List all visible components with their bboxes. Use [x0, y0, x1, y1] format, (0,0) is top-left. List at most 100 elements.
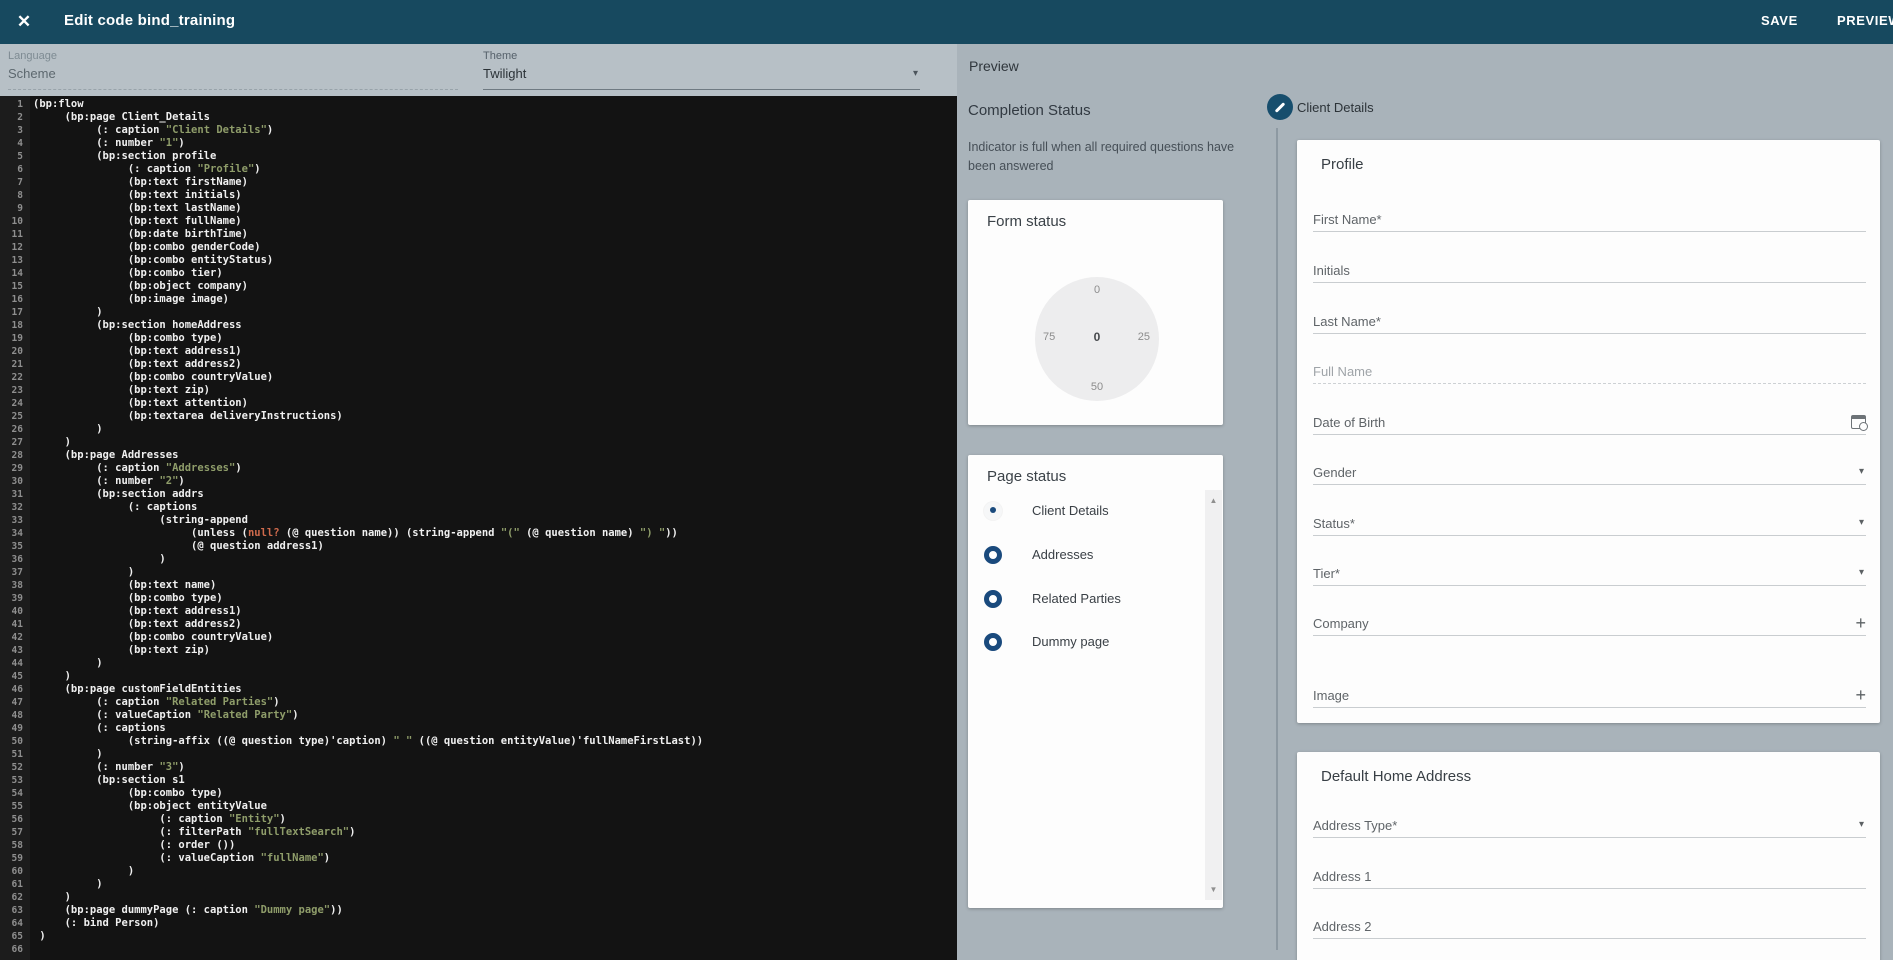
chevron-down-icon[interactable]: ▾: [1859, 466, 1864, 477]
scroll-up-icon[interactable]: ▲: [1205, 496, 1222, 505]
page-status-radio-partial[interactable]: [984, 502, 1002, 520]
code-line[interactable]: (bp:object entityValue: [33, 800, 957, 813]
form-field-address-2[interactable]: Address 2: [1313, 919, 1866, 949]
code-line[interactable]: (bp:section profile: [33, 150, 957, 163]
code-line[interactable]: (bp:text firstName): [33, 176, 957, 189]
code-line[interactable]: ): [33, 566, 957, 579]
code-line[interactable]: (bp:text address1): [33, 345, 957, 358]
code-line[interactable]: (bp:textarea deliveryInstructions): [33, 410, 957, 423]
close-icon[interactable]: ✕: [10, 8, 38, 36]
page-status-item[interactable]: Dummy page: [968, 629, 1198, 655]
form-field-address-type[interactable]: Address Type*▾: [1313, 818, 1866, 848]
code-line[interactable]: ): [33, 930, 957, 943]
form-field-last-name[interactable]: Last Name*: [1313, 314, 1866, 344]
code-line[interactable]: (string-affix ((@ question type)'caption…: [33, 735, 957, 748]
code-line[interactable]: ): [33, 670, 957, 683]
code-line[interactable]: (bp:combo countryValue): [33, 631, 957, 644]
code-line[interactable]: ): [33, 891, 957, 904]
code-line[interactable]: (: caption "Entity"): [33, 813, 957, 826]
code-line[interactable]: (bp:text address1): [33, 605, 957, 618]
chevron-down-icon[interactable]: ▾: [1859, 819, 1864, 830]
page-status-item[interactable]: Client Details: [968, 498, 1198, 524]
code-line[interactable]: (: caption "Client Details"): [33, 124, 957, 137]
code-line[interactable]: (: order ()): [33, 839, 957, 852]
code-line[interactable]: (bp:image image): [33, 293, 957, 306]
code-line[interactable]: (bp:flow: [33, 98, 957, 111]
code-line[interactable]: (: filterPath "fullTextSearch"): [33, 826, 957, 839]
code-line[interactable]: (: caption "Addresses"): [33, 462, 957, 475]
chevron-down-icon[interactable]: ▾: [1859, 567, 1864, 578]
calendar-icon[interactable]: [1851, 415, 1866, 429]
form-field-first-name[interactable]: First Name*: [1313, 212, 1866, 242]
plus-icon[interactable]: +: [1855, 685, 1866, 706]
code-line[interactable]: (bp:text name): [33, 579, 957, 592]
form-field-company[interactable]: Company+: [1313, 616, 1866, 646]
code-line[interactable]: (bp:combo genderCode): [33, 241, 957, 254]
code-line[interactable]: (: bind Person): [33, 917, 957, 930]
form-field-address-1[interactable]: Address 1: [1313, 869, 1866, 899]
code-line[interactable]: (bp:date birthTime): [33, 228, 957, 241]
code-line[interactable]: (bp:page customFieldEntities: [33, 683, 957, 696]
code-line[interactable]: (bp:page dummyPage (: caption "Dummy pag…: [33, 904, 957, 917]
form-field-date-of-birth[interactable]: Date of Birth: [1313, 415, 1866, 445]
page-status-item[interactable]: Related Parties: [968, 586, 1198, 612]
preview-button[interactable]: PREVIEW: [1837, 13, 1893, 28]
code-line[interactable]: (bp:section addrs: [33, 488, 957, 501]
code-line[interactable]: ): [33, 865, 957, 878]
code-line[interactable]: (bp:text address2): [33, 358, 957, 371]
code-line[interactable]: (@ question address1): [33, 540, 957, 553]
code-line[interactable]: (bp:combo countryValue): [33, 371, 957, 384]
plus-icon[interactable]: +: [1855, 613, 1866, 634]
code-line[interactable]: (bp:text address2): [33, 618, 957, 631]
form-field-full-name[interactable]: Full Name: [1313, 364, 1866, 394]
scroll-down-icon[interactable]: ▼: [1205, 885, 1222, 894]
code-line[interactable]: (bp:section s1: [33, 774, 957, 787]
chevron-down-icon[interactable]: ▾: [1859, 517, 1864, 528]
form-field-initials[interactable]: Initials: [1313, 263, 1866, 293]
code-line[interactable]: (bp:text attention): [33, 397, 957, 410]
code-line[interactable]: [33, 943, 957, 956]
page-status-radio-filled[interactable]: [984, 633, 1002, 651]
code-line[interactable]: (bp:text zip): [33, 644, 957, 657]
form-field-status[interactable]: Status*▾: [1313, 516, 1866, 546]
code-line[interactable]: (bp:combo type): [33, 592, 957, 605]
code-line[interactable]: (: number "1"): [33, 137, 957, 150]
editor-code[interactable]: (bp:flow (bp:page Client_Details (: capt…: [30, 96, 957, 960]
code-line[interactable]: (: valueCaption "Related Party"): [33, 709, 957, 722]
code-line[interactable]: (bp:text initials): [33, 189, 957, 202]
edit-page-icon[interactable]: [1267, 94, 1293, 120]
language-select[interactable]: Language Scheme: [8, 44, 458, 96]
theme-select[interactable]: Theme Twilight ▾: [483, 44, 920, 96]
save-button[interactable]: SAVE: [1761, 13, 1798, 28]
page-status-radio-filled[interactable]: [984, 590, 1002, 608]
code-line[interactable]: ): [33, 423, 957, 436]
code-line[interactable]: (: number "3"): [33, 761, 957, 774]
code-line[interactable]: (bp:object company): [33, 280, 957, 293]
code-line[interactable]: ): [33, 436, 957, 449]
code-line[interactable]: (bp:combo type): [33, 787, 957, 800]
code-line[interactable]: (unless (null? (@ question name)) (strin…: [33, 527, 957, 540]
code-line[interactable]: (: captions: [33, 722, 957, 735]
form-field-image[interactable]: Image+: [1313, 688, 1866, 718]
code-line[interactable]: (bp:text lastName): [33, 202, 957, 215]
code-line[interactable]: ): [33, 878, 957, 891]
code-line[interactable]: (: valueCaption "fullName"): [33, 852, 957, 865]
code-line[interactable]: ): [33, 748, 957, 761]
form-field-gender[interactable]: Gender▾: [1313, 465, 1866, 495]
page-status-item[interactable]: Addresses: [968, 542, 1198, 568]
code-line[interactable]: ): [33, 306, 957, 319]
code-line[interactable]: (: captions: [33, 501, 957, 514]
form-field-tier[interactable]: Tier*▾: [1313, 566, 1866, 596]
code-line[interactable]: (bp:page Addresses: [33, 449, 957, 462]
code-line[interactable]: (: caption "Related Parties"): [33, 696, 957, 709]
page-status-scrollbar[interactable]: ▲ ▼: [1205, 490, 1222, 900]
code-line[interactable]: (bp:combo tier): [33, 267, 957, 280]
code-line[interactable]: ): [33, 657, 957, 670]
code-line[interactable]: (bp:combo entityStatus): [33, 254, 957, 267]
code-line[interactable]: (bp:text fullName): [33, 215, 957, 228]
code-line[interactable]: (bp:page Client_Details: [33, 111, 957, 124]
code-line[interactable]: (bp:text zip): [33, 384, 957, 397]
code-line[interactable]: (: caption "Profile"): [33, 163, 957, 176]
code-line[interactable]: (bp:section homeAddress: [33, 319, 957, 332]
code-line[interactable]: (bp:combo type): [33, 332, 957, 345]
